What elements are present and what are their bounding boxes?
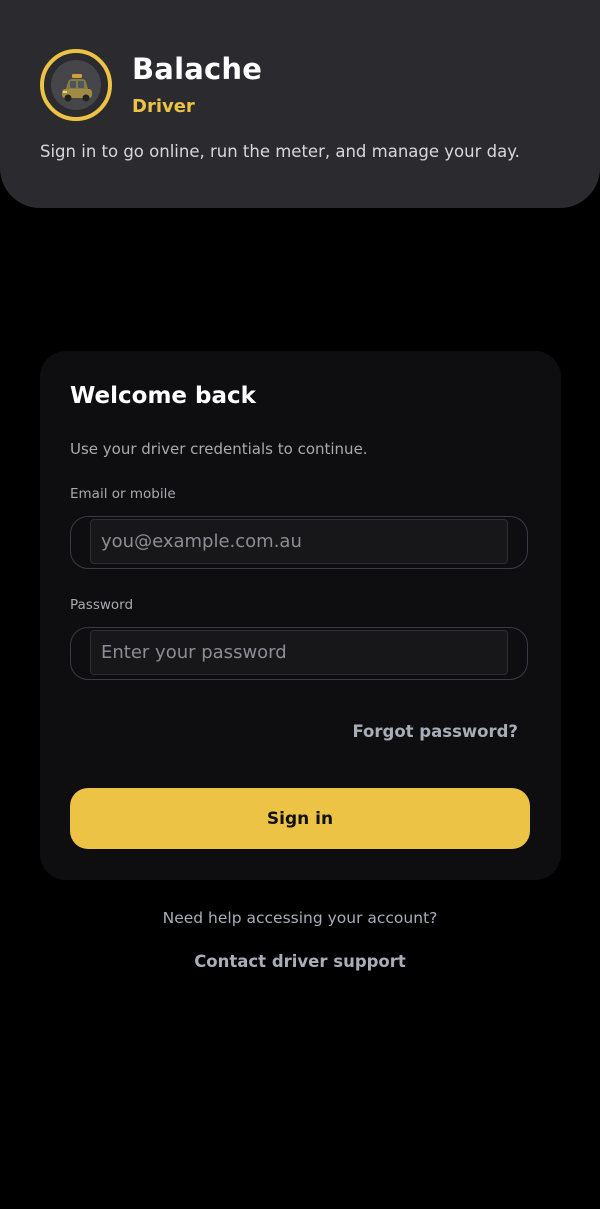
driver-avatar	[40, 49, 112, 121]
app-role: Driver	[132, 96, 195, 117]
taxi-car-icon	[51, 60, 101, 110]
sign-in-button[interactable]: Sign in	[70, 788, 530, 849]
contact-support-link[interactable]: Contact driver support	[0, 952, 600, 971]
email-label: Email or mobile	[70, 486, 176, 502]
help-text: Need help accessing your account?	[162, 909, 438, 927]
forgot-password-link[interactable]: Forgot password?	[352, 722, 518, 741]
login-card: Welcome back Use your driver credentials…	[40, 351, 561, 880]
password-label: Password	[70, 597, 134, 613]
login-screen: Balache Driver Sign in to go online, run…	[0, 0, 600, 1209]
password-field-frame	[70, 627, 528, 680]
app-header: Balache Driver Sign in to go online, run…	[0, 0, 600, 208]
app-name: Balache	[132, 52, 263, 86]
password-input[interactable]	[90, 630, 508, 675]
email-input[interactable]	[90, 519, 508, 564]
login-title: Welcome back	[70, 383, 256, 409]
email-field-frame	[70, 516, 528, 569]
header-tagline: Sign in to go online, run the meter, and…	[40, 142, 520, 161]
login-subtitle: Use your driver credentials to continue.	[70, 440, 368, 458]
